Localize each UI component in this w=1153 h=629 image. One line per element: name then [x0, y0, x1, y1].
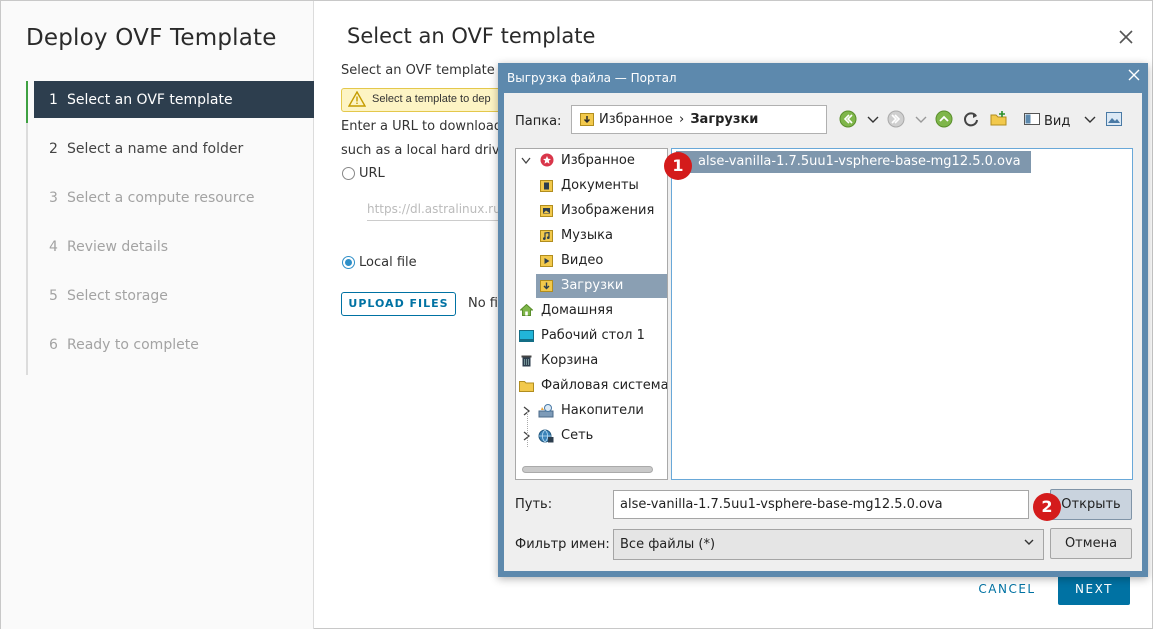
downloads-folder-icon [540, 280, 553, 292]
url-description-line2: such as a local hard drive, [341, 143, 512, 158]
path-input[interactable]: alse-vanilla-1.7.5uu1-vsphere-base-mg12.… [613, 490, 1029, 519]
file-item-ova[interactable]: alse-vanilla-1.7.5uu1-vsphere-base-mg12.… [676, 151, 1031, 173]
breadcrumb-parent[interactable]: Избранное [599, 112, 673, 127]
next-button[interactable]: NEXT [1058, 574, 1130, 605]
intro-text: Select an OVF template f [341, 63, 504, 78]
dialog-title: Выгрузка файла — Портал [507, 71, 677, 85]
tree-item-desktop[interactable]: Рабочий стол 1 [516, 324, 667, 348]
folder-label: Папка: [515, 114, 562, 129]
tree-horizontal-scrollbar[interactable] [522, 466, 653, 473]
wizard-steps: 1 Select an OVF template 2 Select a name a… [26, 81, 314, 375]
tree-item-video[interactable]: Видео [536, 249, 667, 273]
breadcrumb-separator-icon: › [678, 112, 685, 127]
preview-icon[interactable] [1105, 110, 1123, 128]
dialog-cancel-button[interactable]: Отмена [1050, 528, 1132, 559]
step-select-compute-resource: 3 Select a compute resource [49, 190, 255, 206]
no-file-text: No fil [468, 296, 502, 311]
video-folder-icon [540, 255, 553, 267]
file-list: alse-vanilla-1.7.5uu1-vsphere-base-mg12.… [671, 148, 1133, 480]
chevron-down-icon [1024, 539, 1034, 545]
favorites-icon [540, 153, 554, 167]
wizard-title: Deploy OVF Template [26, 25, 277, 51]
tree-item-music[interactable]: Музыка [536, 224, 667, 248]
music-folder-icon [540, 230, 553, 242]
forward-dropdown-chevron-icon[interactable] [912, 110, 930, 128]
dialog-close-icon[interactable] [1128, 68, 1140, 86]
drives-icon [538, 404, 554, 418]
view-menu-label[interactable]: Вид [1044, 114, 1070, 129]
alert-text: Select a template to dep [372, 93, 491, 105]
tree-item-documents[interactable]: Документы [536, 174, 667, 198]
places-tree: Избранное Документы Изображения Музыка В… [515, 148, 668, 480]
upload-files-button[interactable]: UPLOAD FILES [341, 292, 456, 316]
view-mode-icon[interactable] [1023, 110, 1041, 128]
up-icon[interactable] [935, 110, 953, 128]
folder-breadcrumb[interactable]: Избранное › Загрузки [571, 105, 827, 134]
dialog-titlebar[interactable]: Выгрузка файла — Портал [498, 63, 1148, 93]
home-icon [520, 304, 533, 316]
forward-icon[interactable] [887, 110, 905, 128]
tree-item-filesystem[interactable]: Файловая система [516, 374, 667, 398]
step-select-name-folder[interactable]: 2 Select a name and folder [28, 130, 314, 179]
network-icon [538, 429, 554, 443]
back-icon[interactable] [839, 110, 857, 128]
annotation-badge-2: 2 [1033, 493, 1061, 521]
documents-folder-icon [540, 180, 553, 192]
filesystem-folder-icon [519, 381, 534, 392]
images-folder-icon [540, 205, 553, 217]
close-icon[interactable] [1116, 28, 1136, 48]
breadcrumb-current[interactable]: Загрузки [690, 112, 758, 127]
step-ready-to-complete: 6 Ready to complete [49, 337, 199, 353]
downloads-folder-icon [580, 113, 594, 126]
tree-item-trash[interactable]: Корзина [516, 349, 667, 373]
filter-select[interactable]: Все файлы (*) [613, 529, 1044, 560]
local-file-radio-label: Local file [359, 255, 417, 270]
filter-label: Фильтр имен: [515, 537, 610, 552]
url-input[interactable]: https://dl.astralinux.ru [367, 199, 507, 221]
step-select-ovf-template[interactable]: 1 Select an OVF template [34, 81, 314, 118]
path-label: Путь: [515, 497, 553, 512]
tree-item-network[interactable]: Сеть [516, 424, 667, 448]
tree-item-drives[interactable]: Накопители [516, 399, 667, 423]
page-title: Select an OVF template [347, 24, 596, 48]
wizard-sidebar: Deploy OVF Template 1 Select an OVF templ… [1, 1, 314, 629]
url-radio[interactable] [342, 167, 355, 180]
tree-item-home[interactable]: Домашняя [516, 299, 667, 323]
desktop-icon [519, 330, 534, 342]
refresh-icon[interactable] [962, 110, 980, 128]
local-file-radio[interactable] [342, 256, 355, 269]
trash-icon [521, 355, 532, 367]
tree-guide-line [527, 411, 528, 447]
view-dropdown-chevron-icon[interactable] [1081, 110, 1099, 128]
cancel-button[interactable]: CANCEL [967, 574, 1047, 604]
back-dropdown-chevron-icon[interactable] [864, 110, 882, 128]
tree-item-downloads[interactable]: Загрузки [536, 274, 667, 298]
url-description-line1: Enter a URL to download [341, 119, 503, 134]
open-button[interactable]: Открыть [1050, 489, 1132, 520]
tree-item-images[interactable]: Изображения [536, 199, 667, 223]
new-folder-icon[interactable] [990, 110, 1008, 128]
annotation-badge-1: 1 [664, 152, 692, 180]
warning-icon [348, 91, 366, 107]
url-radio-label: URL [359, 166, 385, 181]
tree-item-favorites[interactable]: Избранное [516, 149, 667, 173]
step-review-details: 4 Review details [49, 239, 169, 255]
chevron-down-icon[interactable] [521, 157, 531, 165]
step-select-storage: 5 Select storage [49, 288, 168, 304]
